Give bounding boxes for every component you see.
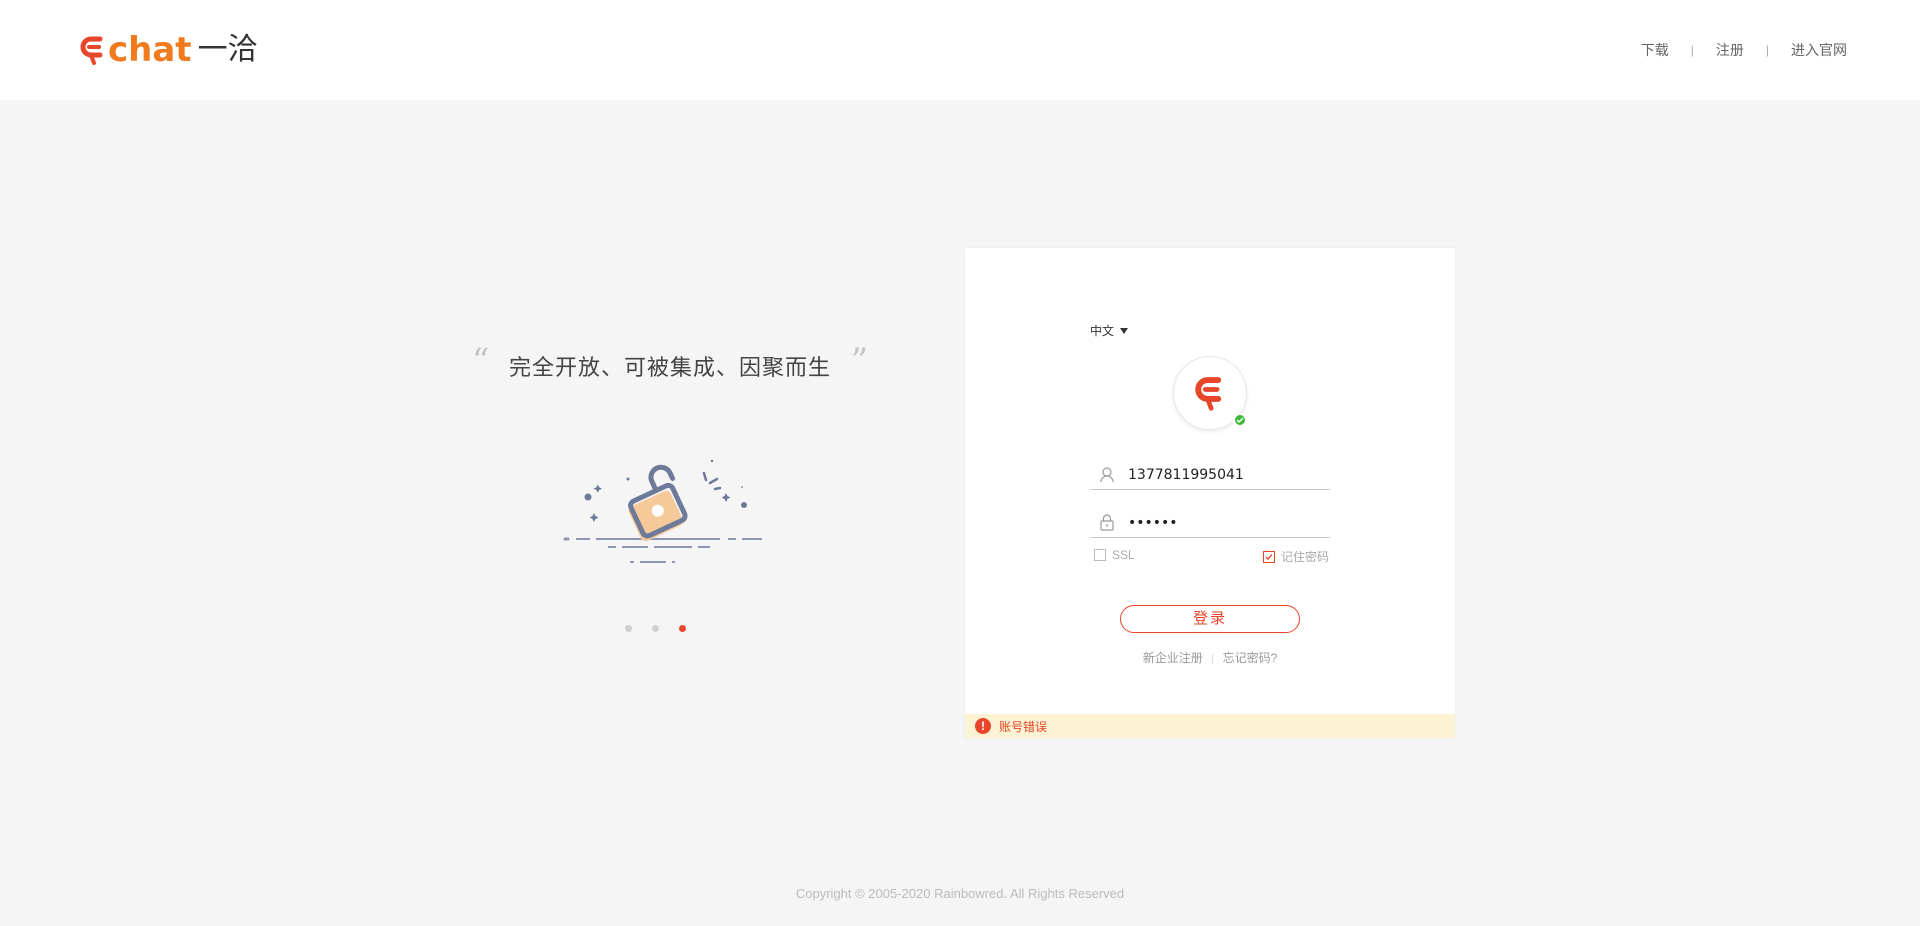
top-header: chat 一洽 下载 | 注册 | 进入官网 — [0, 0, 1920, 100]
promo-carousel: “ 完全开放、可被集成、因聚而生 ” — [470, 344, 870, 650]
carousel-dot[interactable] — [625, 625, 632, 632]
error-icon: ! — [975, 718, 991, 734]
remember-password-checkbox[interactable] — [1263, 550, 1275, 563]
language-label: 中文 — [1090, 324, 1115, 338]
error-message: 账号错误 — [999, 719, 1048, 734]
caret-down-icon — [1120, 327, 1129, 334]
new-company-register-link[interactable]: 新企业注册 — [1143, 651, 1203, 665]
username-field — [1090, 460, 1330, 490]
unlock-padlock-icon — [563, 459, 762, 563]
lock-icon — [1098, 514, 1116, 532]
carousel-dot-active[interactable] — [679, 625, 686, 632]
login-button[interactable]: 登录 — [1120, 605, 1300, 633]
check-icon — [1265, 553, 1273, 560]
top-nav: 下载 | 注册 | 进入官网 — [1641, 40, 1847, 60]
online-check-icon — [1233, 413, 1247, 427]
logo-cn-text: 一洽 — [197, 32, 258, 67]
password-input[interactable] — [1128, 514, 1318, 531]
echat-logo-icon — [80, 36, 103, 65]
ssl-label: SSL — [1112, 548, 1135, 562]
language-select[interactable]: 中文 — [1090, 322, 1129, 339]
copyright-footer: Copyright © 2005-2020 Rainbowred. All Ri… — [795, 886, 1125, 901]
echat-logo[interactable]: chat 一洽 — [80, 30, 258, 70]
ssl-option[interactable]: SSL — [1094, 548, 1135, 562]
forgot-password-link[interactable]: 忘记密码? — [1223, 651, 1278, 665]
remember-password-label: 记住密码 — [1281, 550, 1330, 564]
user-icon — [1098, 466, 1116, 484]
error-message-bar: ! 账号错误 — [965, 714, 1455, 738]
logo-chat-text: chat — [108, 30, 192, 70]
username-input[interactable] — [1128, 466, 1318, 483]
nav-separator: | — [1690, 43, 1694, 57]
nav-separator: | — [1765, 43, 1769, 57]
avatar — [1173, 356, 1247, 430]
ssl-checkbox[interactable] — [1094, 549, 1106, 561]
nav-register-link[interactable]: 注册 — [1716, 40, 1744, 60]
carousel-dot[interactable] — [652, 625, 659, 632]
link-separator: | — [1211, 651, 1215, 665]
promo-slogan: 完全开放、可被集成、因聚而生 — [508, 355, 831, 380]
login-card: 中文 SSL — [965, 248, 1455, 738]
quote-close-icon: ” — [850, 341, 868, 381]
nav-download-link[interactable]: 下载 — [1641, 40, 1669, 60]
nav-official-site-link[interactable]: 进入官网 — [1791, 40, 1847, 60]
password-field — [1090, 508, 1330, 538]
remember-password-option[interactable]: 记住密码 — [1263, 548, 1329, 565]
echat-avatar-icon — [1195, 377, 1222, 411]
auth-links: 新企业注册 | 忘记密码? — [965, 649, 1455, 666]
carousel-indicators — [625, 625, 686, 632]
